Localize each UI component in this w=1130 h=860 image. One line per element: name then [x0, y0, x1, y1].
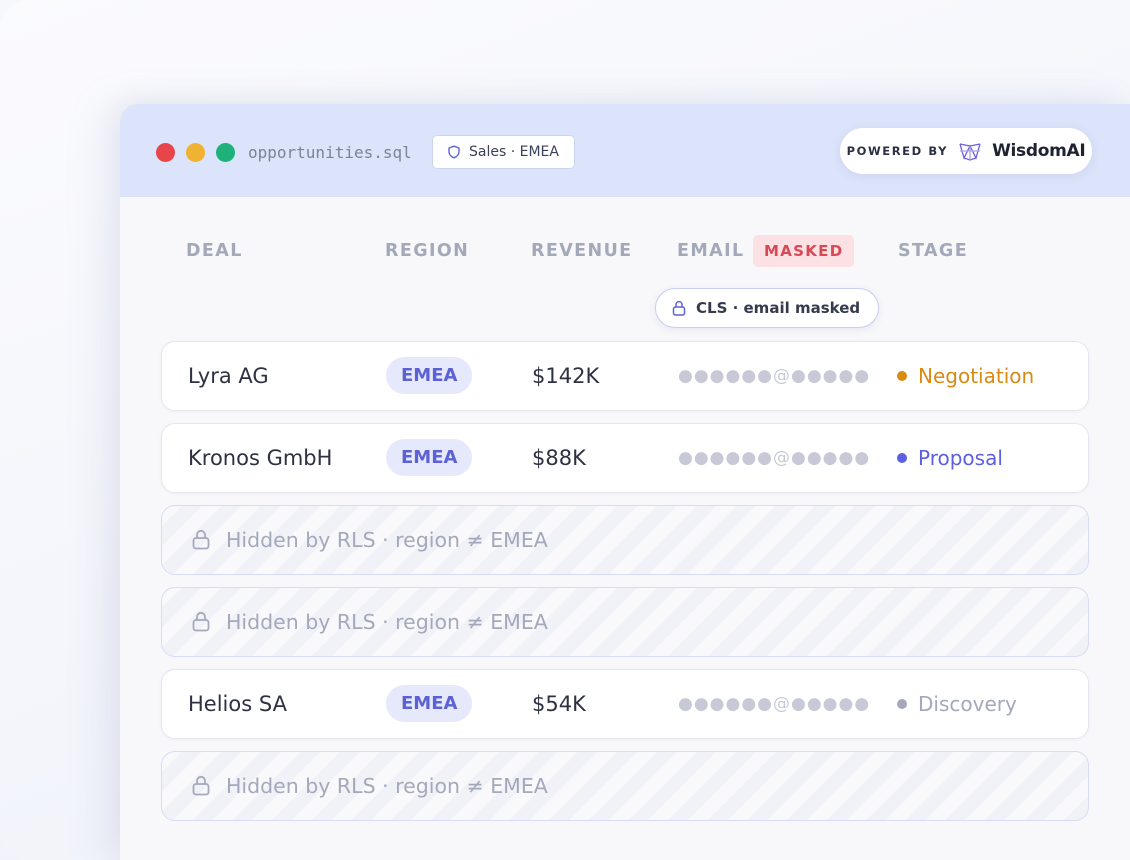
column-header-region[interactable]: REGION: [385, 241, 469, 261]
access-scope-chip[interactable]: Sales · EMEA: [432, 135, 575, 169]
revenue-value: $54K: [532, 691, 586, 716]
region-badge: EMEA: [386, 439, 473, 476]
deal-name: Lyra AG: [188, 363, 269, 388]
region-badge: EMEA: [386, 357, 473, 394]
column-header-deal[interactable]: DEAL: [186, 241, 243, 261]
sql-result-window: opportunities.sql Sales · EMEA POWERED B…: [120, 104, 1130, 860]
minimize-window-button[interactable]: [186, 143, 205, 162]
rls-hidden-notice: Hidden by RLS · region ≠ EMEA: [192, 588, 548, 655]
masked-email: ●●●●●●@●●●●●: [678, 365, 871, 386]
rls-hidden-label: Hidden by RLS · region ≠ EMEA: [226, 773, 548, 798]
brand-name: WisdomAI: [992, 141, 1086, 161]
lock-icon: [192, 529, 210, 550]
hidden-row: Hidden by RLS · region ≠ EMEA: [161, 751, 1089, 821]
deal-name: Kronos GmbH: [188, 445, 333, 470]
lock-icon: [192, 611, 210, 632]
stage-status: Proposal: [897, 424, 1003, 491]
cls-tooltip-label: CLS · email masked: [696, 299, 861, 317]
column-header-email[interactable]: EMAIL: [677, 241, 745, 261]
cls-tooltip: CLS · email masked: [655, 288, 880, 328]
rls-hidden-label: Hidden by RLS · region ≠ EMEA: [226, 609, 548, 634]
column-header-revenue[interactable]: REVENUE: [531, 241, 633, 261]
wisdomai-logo-icon: [959, 143, 981, 161]
deal-name: Helios SA: [188, 691, 287, 716]
shield-icon: [448, 145, 460, 159]
access-scope-label: Sales · EMEA: [469, 144, 559, 160]
rls-hidden-notice: Hidden by RLS · region ≠ EMEA: [192, 752, 548, 819]
region-badge: EMEA: [386, 685, 473, 722]
email-masked-badge: MASKED: [753, 235, 855, 267]
rls-hidden-notice: Hidden by RLS · region ≠ EMEA: [192, 506, 548, 573]
window-titlebar: opportunities.sql Sales · EMEA POWERED B…: [120, 104, 1130, 197]
revenue-value: $142K: [532, 363, 600, 388]
stage-status: Discovery: [897, 670, 1017, 737]
close-window-button[interactable]: [156, 143, 175, 162]
table-row[interactable]: Helios SA EMEA $54K ●●●●●●@●●●●● Discove…: [161, 669, 1089, 739]
maximize-window-button[interactable]: [216, 143, 235, 162]
stage-label: Negotiation: [918, 363, 1035, 388]
hidden-row: Hidden by RLS · region ≠ EMEA: [161, 587, 1089, 657]
rls-hidden-label: Hidden by RLS · region ≠ EMEA: [226, 527, 548, 552]
hidden-row: Hidden by RLS · region ≠ EMEA: [161, 505, 1089, 575]
masked-email: ●●●●●●@●●●●●: [678, 447, 871, 468]
stage-label: Proposal: [918, 445, 1003, 470]
stage-dot-icon: [897, 370, 907, 381]
powered-by-label: POWERED BY: [846, 144, 949, 158]
table-row[interactable]: Lyra AG EMEA $142K ●●●●●●@●●●●● Negotiat…: [161, 341, 1089, 411]
query-filename: opportunities.sql: [248, 143, 412, 162]
column-header-stage[interactable]: STAGE: [898, 241, 968, 261]
lock-icon: [672, 300, 686, 316]
stage-status: Negotiation: [897, 342, 1034, 409]
masked-email: ●●●●●●@●●●●●: [678, 693, 871, 714]
table-row[interactable]: Kronos GmbH EMEA $88K ●●●●●●@●●●●● Propo…: [161, 423, 1089, 493]
stage-dot-icon: [897, 698, 907, 709]
powered-by-badge: POWERED BY WisdomAI: [840, 128, 1092, 174]
revenue-value: $88K: [532, 445, 586, 470]
stage-dot-icon: [897, 452, 907, 463]
stage-label: Discovery: [918, 691, 1017, 716]
lock-icon: [192, 775, 210, 796]
